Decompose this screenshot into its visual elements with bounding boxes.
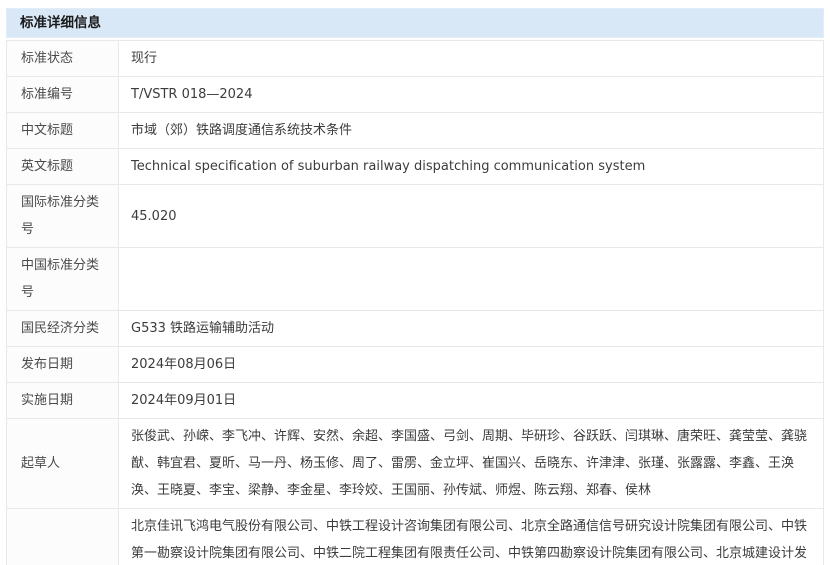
panel-title: 标准详细信息 [6,8,824,38]
row-value: 现行 [119,41,823,76]
row-value: 北京佳讯飞鸿电气股份有限公司、中铁工程设计咨询集团有限公司、北京全路通信信号研究… [119,509,823,565]
table-row: 英文标题 Technical specification of suburban… [7,149,823,185]
row-value: G533 铁路运输辅助活动 [119,311,823,346]
row-label: 国民经济分类 [7,311,119,346]
row-value [119,248,823,310]
table-row: 标准编号 T/VSTR 018—2024 [7,77,823,113]
standard-detail-page: 标准详细信息 标准状态 现行 标准编号 T/VSTR 018—2024 中文标题… [0,0,830,565]
row-value: T/VSTR 018—2024 [119,77,823,112]
table-row: 中国标准分类号 [7,248,823,311]
row-value: 市域（郊）铁路调度通信系统技术条件 [119,113,823,148]
row-label: 标准状态 [7,41,119,76]
row-label: 中文标题 [7,113,119,148]
row-label: 英文标题 [7,149,119,184]
row-label: 起草单位 [7,509,119,565]
row-label: 起草人 [7,419,119,508]
row-label: 标准编号 [7,77,119,112]
row-value: 张俊武、孙嵘、李飞冲、许辉、安然、余超、李国盛、弓剑、周期、毕研珍、谷跃跃、闫琪… [119,419,823,508]
row-value: 2024年09月01日 [119,383,823,418]
table-row: 实施日期 2024年09月01日 [7,383,823,419]
row-label: 发布日期 [7,347,119,382]
row-label: 国际标准分类号 [7,185,119,247]
details-table: 标准状态 现行 标准编号 T/VSTR 018—2024 中文标题 市域（郊）铁… [6,40,824,565]
table-row: 起草单位 北京佳讯飞鸿电气股份有限公司、中铁工程设计咨询集团有限公司、北京全路通… [7,509,823,565]
table-row: 标准状态 现行 [7,41,823,77]
row-value: 45.020 [119,185,823,247]
row-label: 实施日期 [7,383,119,418]
row-value: Technical specification of suburban rail… [119,149,823,184]
table-row: 发布日期 2024年08月06日 [7,347,823,383]
table-row: 中文标题 市域（郊）铁路调度通信系统技术条件 [7,113,823,149]
row-value: 2024年08月06日 [119,347,823,382]
table-row: 国际标准分类号 45.020 [7,185,823,248]
table-row: 起草人 张俊武、孙嵘、李飞冲、许辉、安然、余超、李国盛、弓剑、周期、毕研珍、谷跃… [7,419,823,509]
table-row: 国民经济分类 G533 铁路运输辅助活动 [7,311,823,347]
row-label: 中国标准分类号 [7,248,119,310]
